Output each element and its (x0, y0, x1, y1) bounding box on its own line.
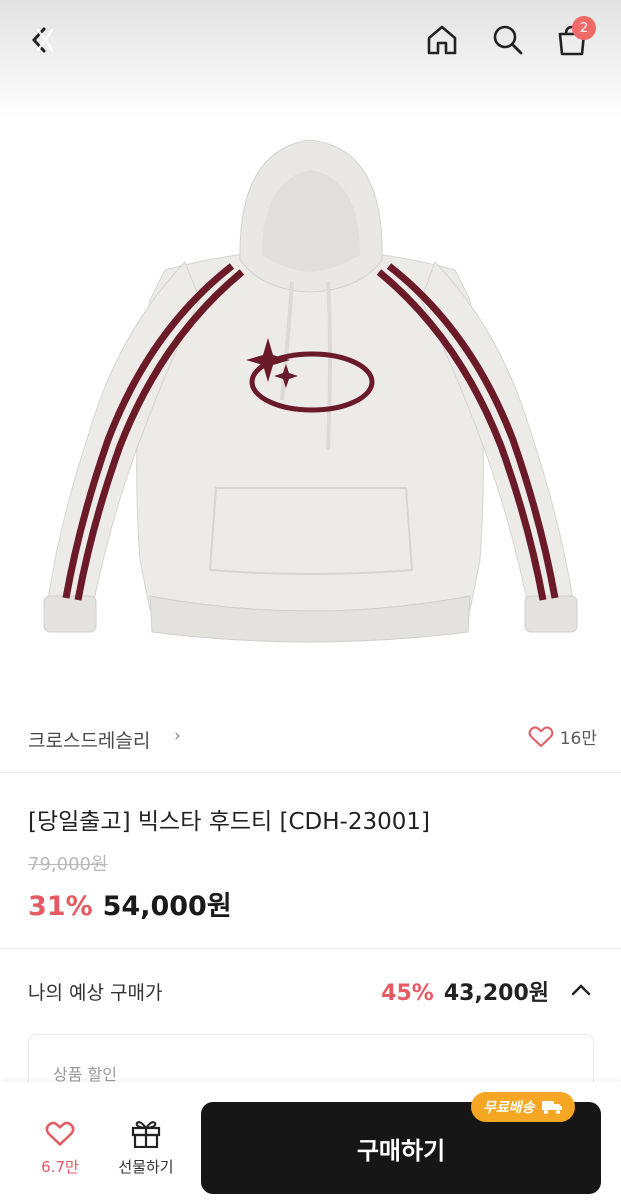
product-like-button[interactable]: 6.7만 (24, 1120, 96, 1180)
sale-price-row: 31% 54,000원 (28, 884, 232, 923)
truck-icon (541, 1101, 562, 1114)
cart-button[interactable]: 2 (548, 16, 596, 64)
brand-name-link[interactable]: 크로스드레슬리 (28, 726, 150, 753)
expected-price-label: 나의 예상 구매가 (28, 982, 163, 1004)
sale-price: 54,000원 (102, 891, 232, 922)
search-icon (493, 25, 523, 55)
heart-icon (528, 725, 554, 747)
original-price: 79,000원 (28, 854, 108, 875)
back-button[interactable] (18, 16, 66, 64)
free-shipping-label: 무료배송 (483, 1100, 535, 1116)
home-button[interactable] (418, 16, 466, 64)
chevron-right-icon: › (174, 726, 181, 746)
chevron-up-icon (569, 978, 593, 1006)
discount-rate: 31% (28, 891, 93, 922)
bottom-action-bar: 6.7만 선물하기 구매하기 무료배송 (0, 1082, 621, 1200)
free-shipping-badge: 무료배송 (471, 1092, 575, 1122)
divider (0, 772, 621, 773)
expected-price-value: 45% 43,200원 (381, 975, 549, 1007)
brand-like-button[interactable]: 16만 (528, 724, 597, 749)
expected-discount-rate: 45% (381, 981, 434, 1006)
back-arrow-icon (31, 27, 54, 53)
product-image[interactable] (0, 0, 621, 700)
divider (0, 948, 621, 949)
product-title: [당일출고] 빅스타 후드티 [CDH-23001] (28, 809, 430, 835)
search-button[interactable] (484, 16, 532, 64)
gift-icon (131, 1121, 161, 1149)
hoodie-illustration (43, 139, 578, 643)
gift-button[interactable]: 선물하기 (106, 1118, 186, 1180)
expected-price-toggle[interactable]: 나의 예상 구매가 45% 43,200원 (0, 966, 621, 1018)
cart-count-badge: 2 (572, 16, 596, 40)
buy-button-label: 구매하기 (356, 1136, 446, 1165)
gift-label: 선물하기 (118, 1158, 174, 1176)
expected-price: 43,200원 (443, 981, 549, 1006)
brand-row: 크로스드레슬리 › 16만 (0, 712, 621, 766)
heart-icon (45, 1121, 75, 1147)
home-icon (427, 25, 457, 55)
product-like-count: 6.7만 (41, 1158, 79, 1176)
brand-like-count: 16만 (559, 729, 597, 749)
top-navigation-bar: 2 (0, 0, 621, 90)
